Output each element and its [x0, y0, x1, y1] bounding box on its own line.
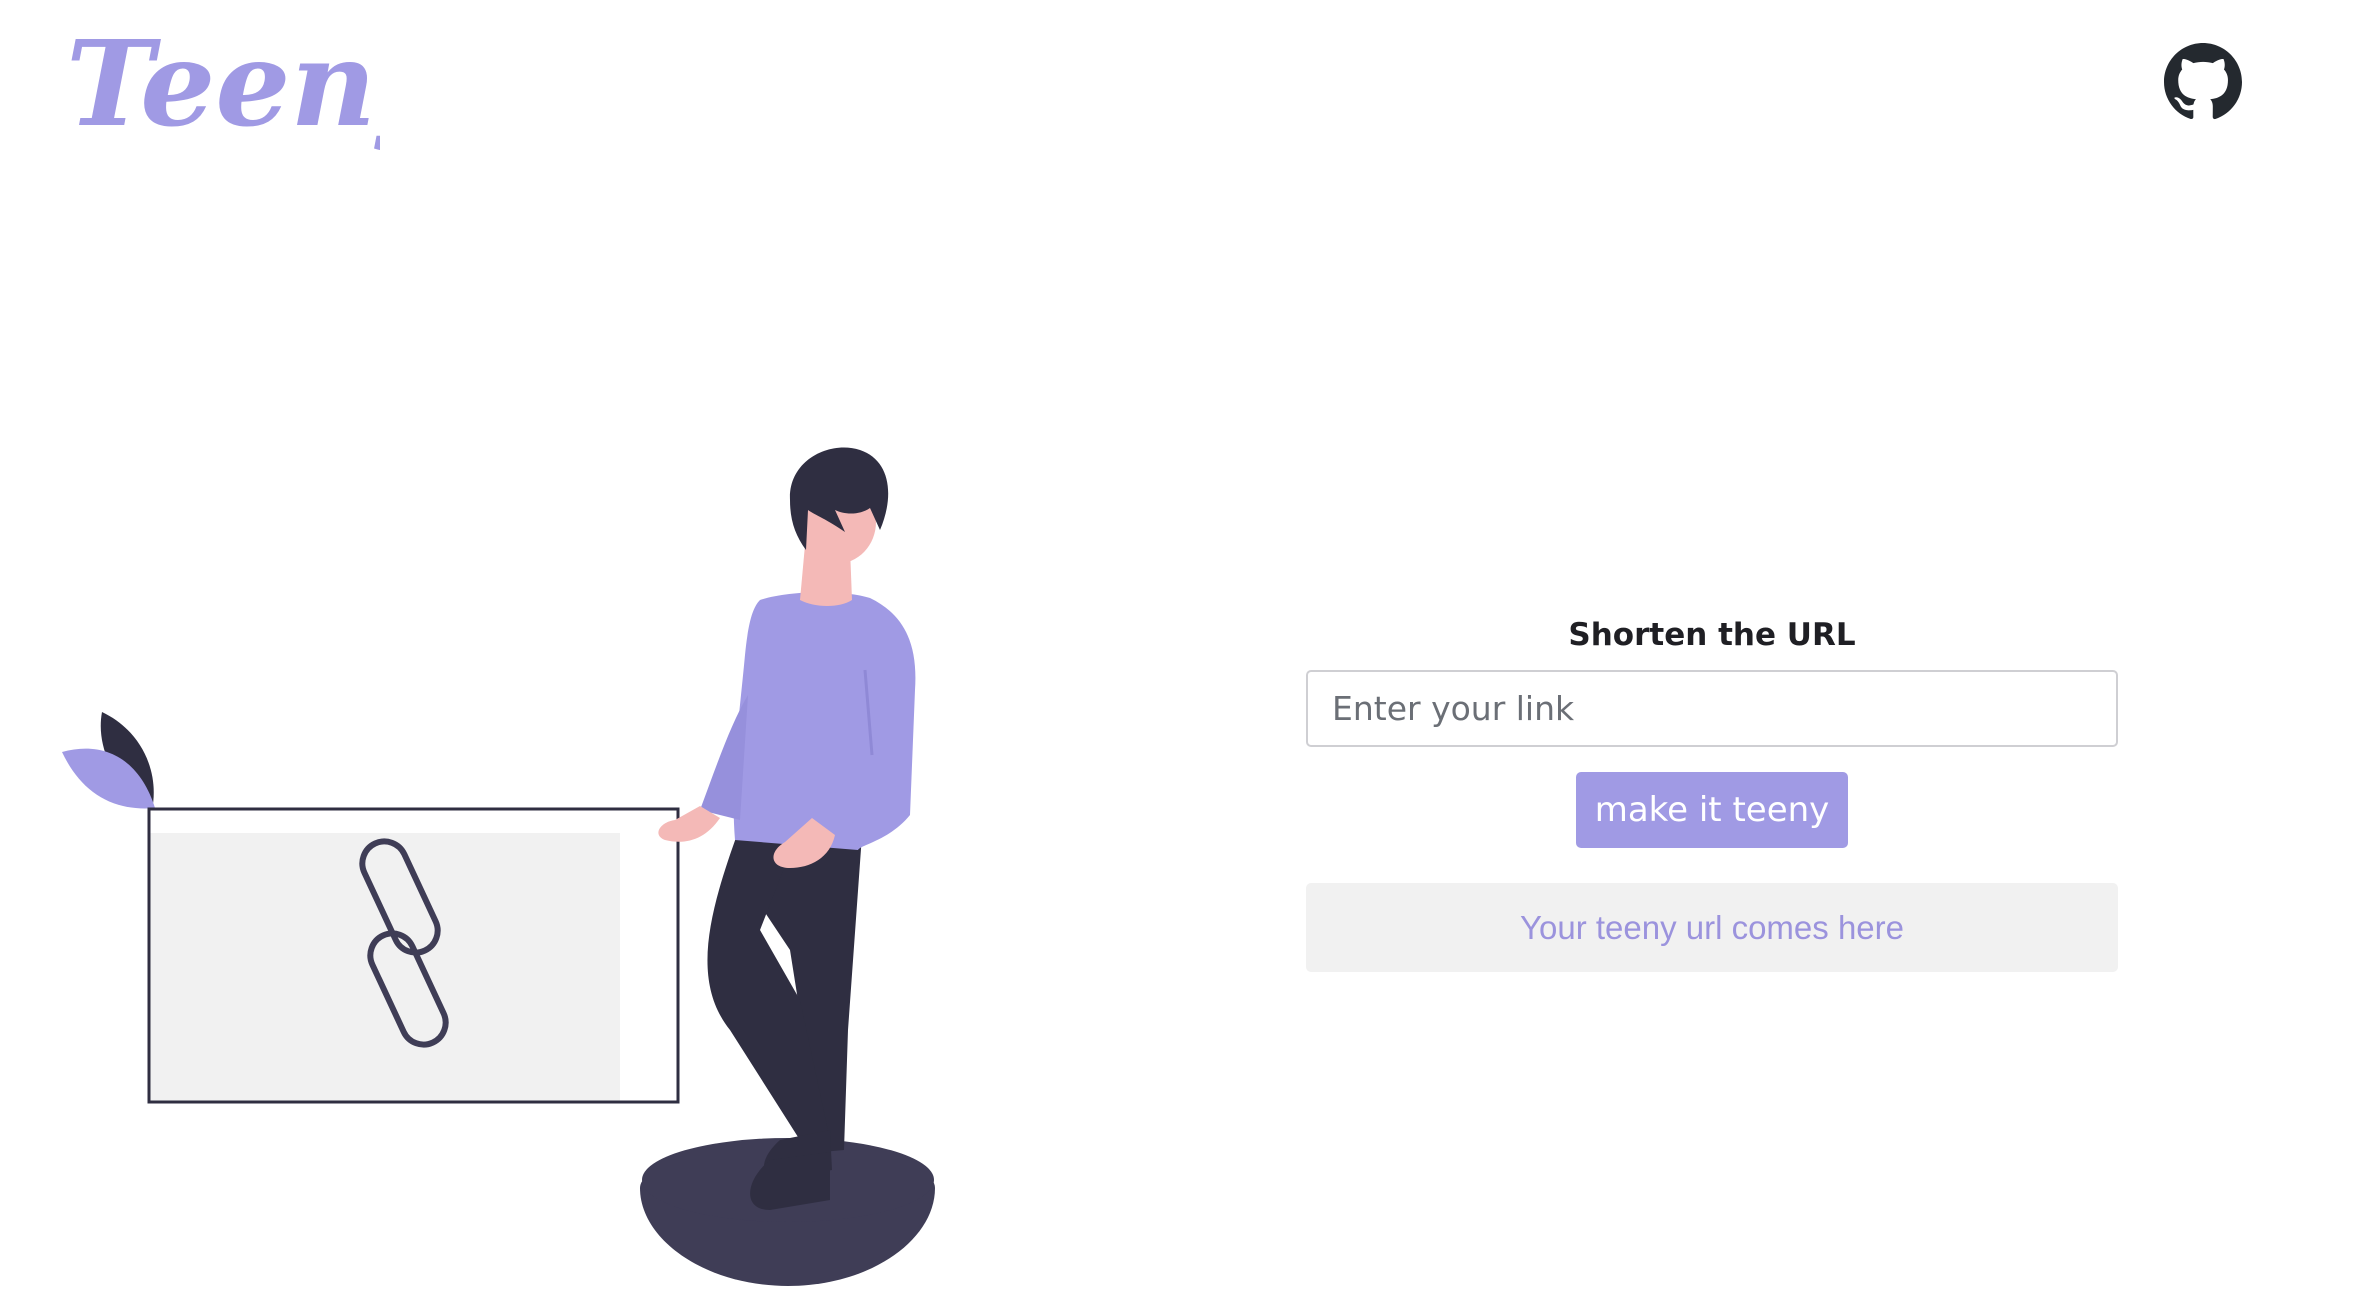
link-input[interactable] — [1306, 670, 2118, 747]
link-card-fill — [150, 833, 620, 1101]
result-text: Your teeny url comes here — [1520, 908, 1904, 946]
teeny-logo: Teeny — [66, 14, 380, 153]
shortener-panel: Shorten the URL make it teeny Your teeny… — [1306, 600, 2118, 972]
github-link[interactable] — [2164, 43, 2242, 121]
result-box: Your teeny url comes here — [1306, 883, 2118, 972]
logo-text: Teeny — [66, 14, 380, 153]
page: Teeny — [0, 0, 2362, 1300]
illustration — [62, 447, 935, 1286]
person-arm-left — [700, 695, 748, 820]
make-it-teeny-button[interactable]: make it teeny — [1576, 772, 1848, 848]
shortener-title: Shorten the URL — [1568, 617, 1856, 653]
github-icon — [2164, 43, 2242, 120]
